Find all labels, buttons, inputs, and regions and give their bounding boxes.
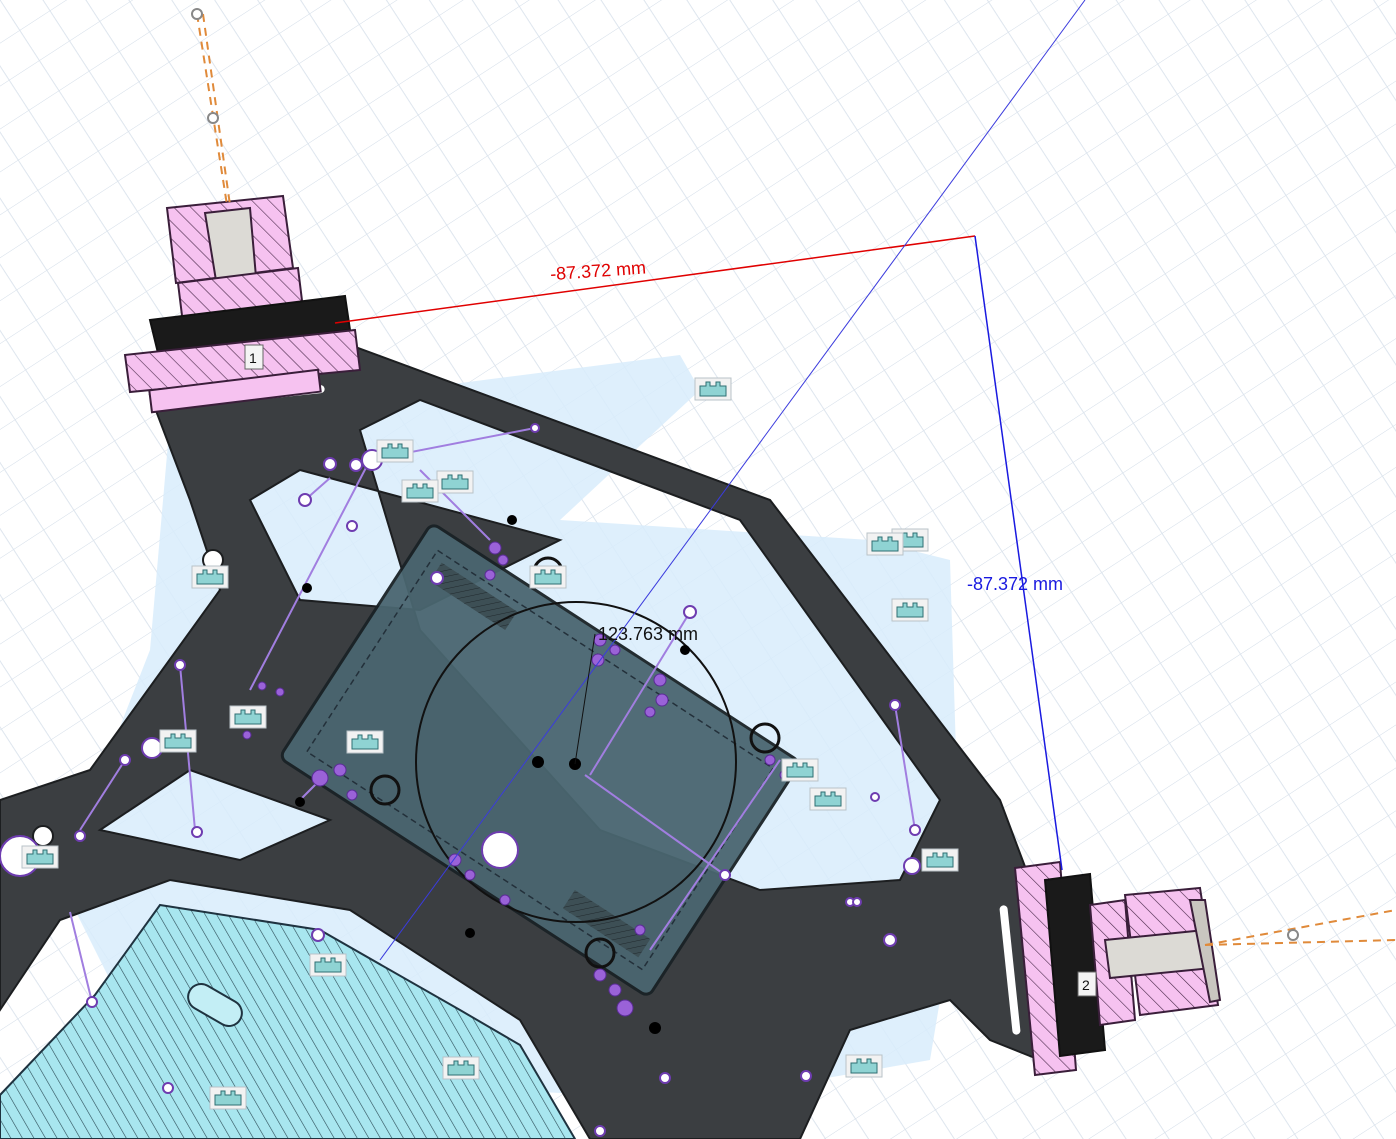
- constraint-glyph-icon[interactable]: [191, 565, 229, 589]
- constraint-glyph-icon[interactable]: [921, 848, 959, 872]
- canvas-viewport[interactable]: -87.372 mm -87.372 mm 123.763 mm 1 2: [0, 0, 1396, 1139]
- constraint-glyph-icon[interactable]: [781, 758, 819, 782]
- constraint-glyph-icon[interactable]: [376, 439, 414, 463]
- constraint-glyph-icon[interactable]: [346, 730, 384, 754]
- constraint-glyph-icon[interactable]: [209, 1086, 247, 1110]
- joint-1-icon[interactable]: 1: [244, 344, 264, 370]
- axis-endpoint: [207, 112, 219, 124]
- constraint-glyph-icon[interactable]: [866, 532, 904, 556]
- axis-endpoint: [191, 8, 203, 20]
- constraint-glyph-icon[interactable]: [309, 953, 347, 977]
- constraint-glyph-icon[interactable]: [529, 565, 567, 589]
- joint-2-icon[interactable]: 2: [1077, 971, 1097, 997]
- axis-endpoint: [1287, 929, 1299, 941]
- constraint-glyph-icon[interactable]: [442, 1056, 480, 1080]
- constraint-glyph-icon[interactable]: [401, 479, 439, 503]
- constraint-glyph-icon[interactable]: [694, 377, 732, 401]
- dimension-label-vertical[interactable]: -87.372 mm: [967, 574, 1063, 594]
- dimension-label-diameter[interactable]: 123.763 mm: [598, 624, 698, 644]
- constraint-glyph-icon[interactable]: [845, 1054, 883, 1078]
- svg-text:1: 1: [249, 350, 257, 366]
- constraint-glyph-icon[interactable]: [809, 787, 847, 811]
- svg-text:2: 2: [1082, 977, 1090, 993]
- constraint-glyph-icon[interactable]: [159, 729, 197, 753]
- constraint-glyph-icon[interactable]: [891, 598, 929, 622]
- constraint-glyph-icon[interactable]: [436, 470, 474, 494]
- constraint-glyph-icon[interactable]: [21, 845, 59, 869]
- constraint-glyph-icon[interactable]: [229, 705, 267, 729]
